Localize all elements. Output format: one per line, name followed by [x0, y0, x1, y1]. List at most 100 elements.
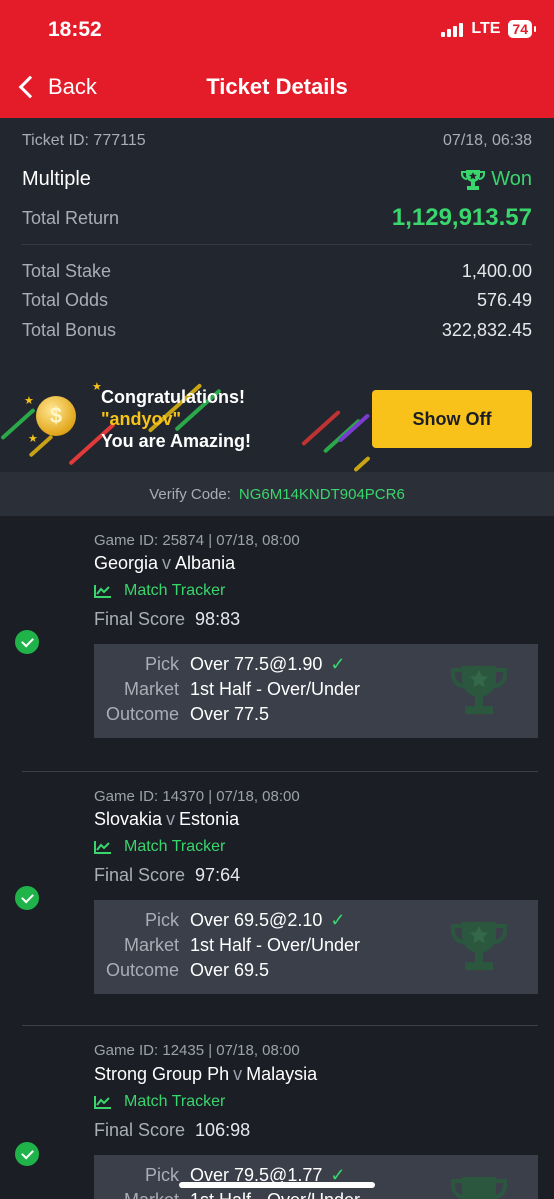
away-team: Albania [175, 553, 236, 573]
outcome-value: Over 77.5 [190, 704, 270, 724]
won-check-icon [15, 630, 39, 654]
congrats-line1: Congratulations! [101, 387, 245, 407]
outcome-label: Outcome [105, 704, 179, 724]
verify-code[interactable]: NG6M14KNDT904PCR6 [239, 486, 405, 503]
star-icon: ★ [28, 433, 38, 445]
pick-value: Over 69.5@2.10 [190, 910, 323, 930]
outcome-value: Over 69.5 [190, 960, 270, 980]
final-score-label: Final Score [94, 865, 186, 885]
selection-card: Game ID: 12435 | 07/18, 08:00 Strong Gro… [0, 1026, 554, 1199]
match-tracker-link[interactable]: Match Tracker [94, 838, 225, 856]
versus: v [166, 809, 176, 829]
home-team: Slovakia [94, 809, 163, 829]
decor-streak [337, 413, 371, 443]
congrats-username: "andyov" [101, 409, 182, 429]
selection-card: Game ID: 14370 | 07/18, 08:00 Slovakia v E… [0, 772, 554, 1026]
final-score: Final Score 98:83 [94, 609, 240, 630]
verify-code-bar: Verify Code: NG6M14KNDT904PCR6 [0, 472, 554, 516]
network-type: LTE [471, 20, 501, 37]
bet-type: Multiple [22, 168, 91, 190]
match-tracker-label: Match Tracker [124, 582, 226, 599]
check-icon: ✓ [330, 910, 346, 930]
game-id: Game ID: 14370 | 07/18, 08:00 [94, 788, 300, 805]
game-id: Game ID: 12435 | 07/18, 08:00 [94, 1042, 300, 1059]
show-off-button[interactable]: Show Off [372, 390, 532, 448]
match-tracker-label: Match Tracker [124, 1093, 226, 1110]
away-team: Estonia [179, 809, 240, 829]
trophy-watermark-icon [451, 666, 507, 714]
congrats-text: Congratulations! "andyov" You are Amazin… [101, 386, 251, 452]
market-value: 1st Half - Over/Under [190, 679, 361, 699]
status-time: 18:52 [48, 18, 102, 41]
congrats-banner: ★ ★ ★ $ Congratulations! "andyov" You ar… [0, 358, 554, 472]
header-bar: 18:52 LTE 74 Back Ticket Details [0, 0, 554, 118]
match-teams: Slovakia v Estonia [94, 809, 239, 830]
congrats-line3: You are Amazing! [101, 431, 252, 451]
away-team: Malaysia [246, 1064, 318, 1084]
home-team: Strong Group Ph [94, 1064, 230, 1084]
total-bonus-label: Total Bonus [22, 320, 117, 340]
final-score-value: 98:83 [195, 609, 241, 629]
total-stake-label: Total Stake [22, 261, 112, 281]
versus: v [162, 553, 172, 573]
total-return-value: 1,129,913.57 [391, 204, 532, 231]
market-label: Market [123, 935, 179, 955]
pick-label: Pick [144, 1165, 179, 1185]
coin-icon: $ [36, 396, 76, 436]
final-score-label: Final Score [94, 1120, 186, 1140]
match-tracker-link[interactable]: Match Tracker [94, 582, 225, 600]
battery-icon: 74 [508, 20, 536, 38]
pick-label: Pick [144, 910, 179, 930]
chart-icon [94, 841, 111, 854]
pick-label: Pick [144, 654, 179, 674]
divider [22, 244, 532, 245]
ticket-id: Ticket ID: 777115 [22, 132, 146, 149]
trophy-icon [461, 169, 486, 190]
check-icon: ✓ [330, 654, 346, 674]
versus: v [233, 1064, 243, 1084]
market-label: Market [123, 679, 179, 699]
final-score-value: 106:98 [195, 1120, 251, 1140]
match-tracker-link[interactable]: Match Tracker [94, 1093, 225, 1111]
home-indicator[interactable] [179, 1182, 375, 1188]
home-team: Georgia [94, 553, 159, 573]
match-teams: Strong Group Ph v Malaysia [94, 1064, 317, 1085]
status-indicators: LTE 74 [441, 20, 536, 38]
chart-icon [94, 585, 111, 598]
won-check-icon [15, 1142, 39, 1166]
match-teams: Georgia v Albania [94, 553, 235, 574]
ticket-datetime: 07/18, 06:38 [443, 132, 532, 149]
trophy-watermark-icon [451, 1177, 507, 1199]
chart-icon [94, 1096, 111, 1109]
game-id: Game ID: 25874 | 07/18, 08:00 [94, 532, 300, 549]
ticket-summary: Ticket ID: 777115 07/18, 06:38 Multiple … [0, 118, 554, 358]
match-tracker-label: Match Tracker [124, 838, 226, 855]
verify-label: Verify Code: [149, 485, 231, 503]
pick-value: Over 77.5@1.90 [190, 654, 323, 674]
total-odds-label: Total Odds [22, 290, 109, 310]
market-value: 1st Half - Over/Under [190, 935, 361, 955]
won-check-icon [15, 886, 39, 910]
total-return-label: Total Return [22, 207, 120, 228]
total-odds-value: 576.49 [476, 290, 532, 310]
total-bonus-value: 322,832.45 [441, 320, 532, 340]
final-score: Final Score 106:98 [94, 1120, 250, 1141]
final-score-value: 97:64 [195, 865, 241, 885]
pick-details: Pick Over 69.5@2.10 ✓ Market 1st Half - Ove… [94, 900, 538, 994]
status-badge: Won [461, 168, 532, 191]
total-stake-value: 1,400.00 [461, 261, 532, 281]
status-text: Won [491, 168, 532, 190]
outcome-label: Outcome [105, 960, 179, 980]
final-score: Final Score 97:64 [94, 865, 240, 886]
final-score-label: Final Score [94, 609, 186, 629]
market-value: 1st Half - Over/Under [190, 1190, 360, 1199]
signal-icon [441, 21, 464, 37]
selection-card: Game ID: 25874 | 07/18, 08:00 Georgia v Al… [0, 516, 554, 772]
star-icon: ★ [24, 395, 34, 407]
market-label: Market [94, 1190, 179, 1199]
pick-details: Pick Over 77.5@1.90 ✓ Market 1st Half - Ove… [94, 644, 538, 738]
trophy-watermark-icon [451, 922, 507, 970]
pick-details: PickOver 79.5@1.77✓ Market1st Half - Ove… [94, 1155, 538, 1199]
decor-streak [353, 455, 371, 472]
page-title: Ticket Details [206, 74, 348, 99]
